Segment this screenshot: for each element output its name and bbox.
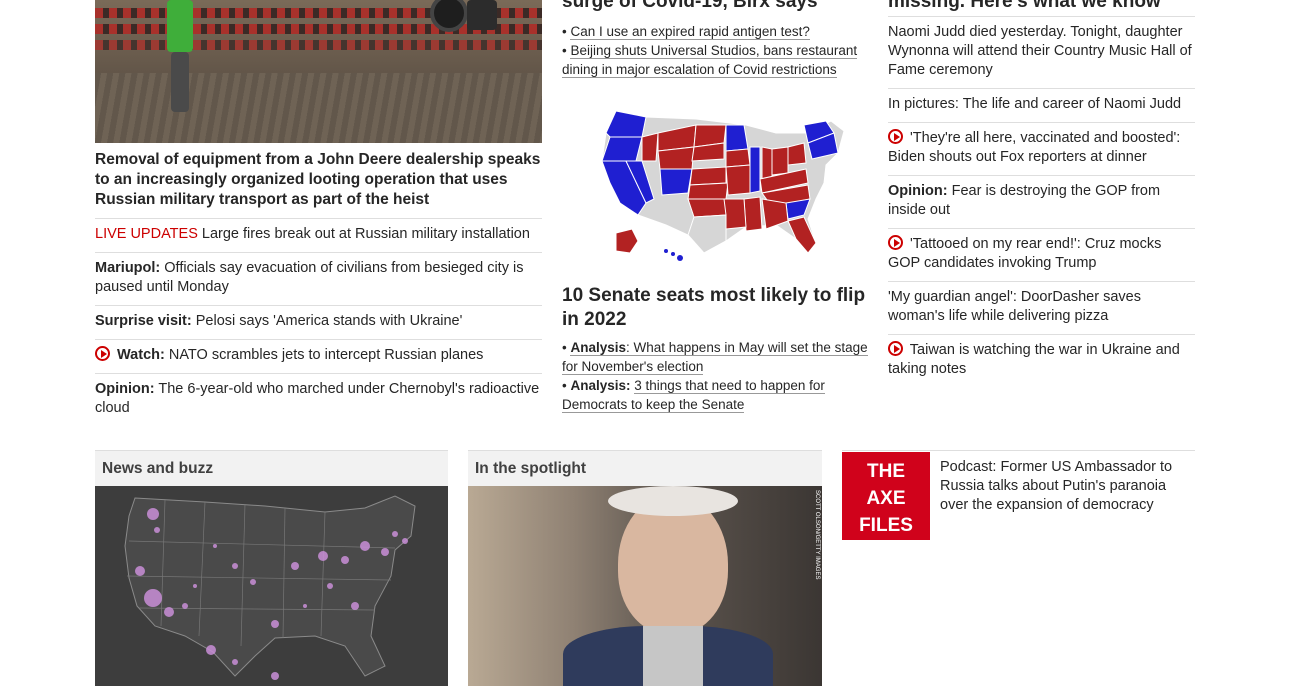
field-dirt [95, 73, 542, 143]
bullet-link-text: Beijing shuts Universal Studios, bans re… [562, 43, 858, 78]
live-updates-label: LIVE UPDATES [95, 226, 198, 242]
list-item[interactable]: In pictures: The life and career of Naom… [888, 89, 1195, 123]
main-headline[interactable]: Removal of equipment from a John Deere d… [95, 150, 542, 219]
list-item[interactable]: Surprise visit: Pelosi says 'America sta… [95, 306, 542, 340]
play-icon [95, 346, 110, 361]
bullet-link[interactable]: • Analysis: What happens in May will set… [562, 338, 868, 376]
bullet-prefix: Analysis: [570, 378, 631, 393]
covid-headline[interactable]: surge of Covid-19, Birx says [562, 0, 868, 12]
photo-credit: SCOTT OLSON/GETTY IMAGES [814, 490, 820, 580]
bullet-prefix: Analysis [570, 340, 627, 356]
list-item[interactable]: Watch: NATO scrambles jets to intercept … [95, 340, 542, 374]
list-item[interactable]: Mariupol: Officials say evacuation of ci… [95, 253, 542, 306]
item-text: Taiwan is watching the war in Ukraine an… [888, 342, 1180, 377]
item-prefix: Surprise visit: [95, 313, 192, 329]
axe-files-text: Podcast: Former US Ambassador to Russia … [940, 459, 1173, 513]
column-right: missing. Here's what we know Naomi Judd … [888, 0, 1195, 387]
bill-murray-photo[interactable]: SCOTT OLSON/GETTY IMAGES [468, 486, 822, 686]
item-prefix: Watch: [117, 347, 165, 363]
item-text: Pelosi says 'America stands with Ukraine… [195, 313, 463, 329]
play-icon [888, 341, 903, 356]
john-deere-photo[interactable] [95, 0, 542, 143]
hair-shape [608, 486, 738, 516]
item-text: 'They're all here, vaccinated and booste… [888, 130, 1181, 165]
bullet-link-text: Can I use an expired rapid antigen test? [570, 24, 810, 40]
list-item[interactable]: 'Tattooed on my rear end!': Cruz mocks G… [888, 229, 1195, 282]
item-text: The 6-year-old who marched under Chernob… [95, 381, 540, 416]
us-outline-map [124, 495, 416, 680]
logo-line: THE [867, 461, 905, 482]
list-item[interactable]: Taiwan is watching the war in Ukraine an… [888, 335, 1195, 387]
item-prefix: Opinion: [888, 183, 948, 199]
item-text: Officials say evacuation of civilians fr… [95, 260, 524, 295]
bullet-link[interactable]: • Can I use an expired rapid antigen tes… [562, 22, 868, 41]
axe-files-promo[interactable]: THE AXE FILES Podcast: Former US Ambassa… [842, 450, 1195, 540]
bullet-link[interactable]: • Analysis: 3 things that need to happen… [562, 376, 868, 414]
list-item[interactable]: Opinion: Fear is destroying the GOP from… [888, 176, 1195, 229]
person-legs [171, 52, 189, 112]
item-text: In pictures: The life and career of Naom… [888, 96, 1182, 112]
column-left: Removal of equipment from a John Deere d… [95, 0, 542, 426]
item-prefix: Opinion: [95, 381, 155, 397]
item-text: 'Tattooed on my rear end!': Cruz mocks G… [888, 236, 1162, 271]
item-text: Large fires break out at Russian militar… [201, 226, 530, 242]
list-item[interactable]: 'They're all here, vaccinated and booste… [888, 123, 1195, 176]
item-prefix: Mariupol: [95, 260, 161, 276]
senate-map[interactable] [576, 103, 862, 268]
planter-row [95, 40, 542, 50]
item-text: Naomi Judd died yesterday. Tonight, daug… [888, 24, 1192, 78]
play-icon [888, 129, 903, 144]
list-item[interactable]: Naomi Judd died yesterday. Tonight, daug… [888, 17, 1195, 89]
play-icon [888, 235, 903, 250]
logo-line: FILES [859, 515, 913, 536]
collar-shape [643, 626, 703, 686]
column-middle: surge of Covid-19, Birx says • Can I use… [562, 0, 868, 414]
person-figure [167, 0, 193, 52]
axe-files-logo: THE AXE FILES [842, 452, 930, 540]
list-item[interactable]: 'My guardian angel': DoorDasher saves wo… [888, 282, 1195, 335]
us-map-svg [601, 110, 845, 261]
spotlight-header: In the spotlight [468, 450, 822, 486]
naomi-judd-headline[interactable]: missing. Here's what we know [888, 0, 1195, 17]
list-item[interactable]: Opinion: The 6-year-old who marched unde… [95, 374, 542, 426]
news-buzz-header: News and buzz [95, 450, 448, 486]
item-text: NATO scrambles jets to intercept Russian… [168, 347, 484, 363]
logo-line: AXE [866, 488, 906, 509]
item-text: 'My guardian angel': DoorDasher saves wo… [888, 289, 1141, 324]
bullet-link[interactable]: • Beijing shuts Universal Studios, bans … [562, 41, 868, 79]
news-buzz-map[interactable] [95, 486, 448, 686]
list-item[interactable]: LIVE UPDATES Large fires break out at Ru… [95, 219, 542, 253]
senate-headline[interactable]: 10 Senate seats most likely to flip in 2… [562, 284, 868, 332]
person-figure [467, 0, 497, 30]
